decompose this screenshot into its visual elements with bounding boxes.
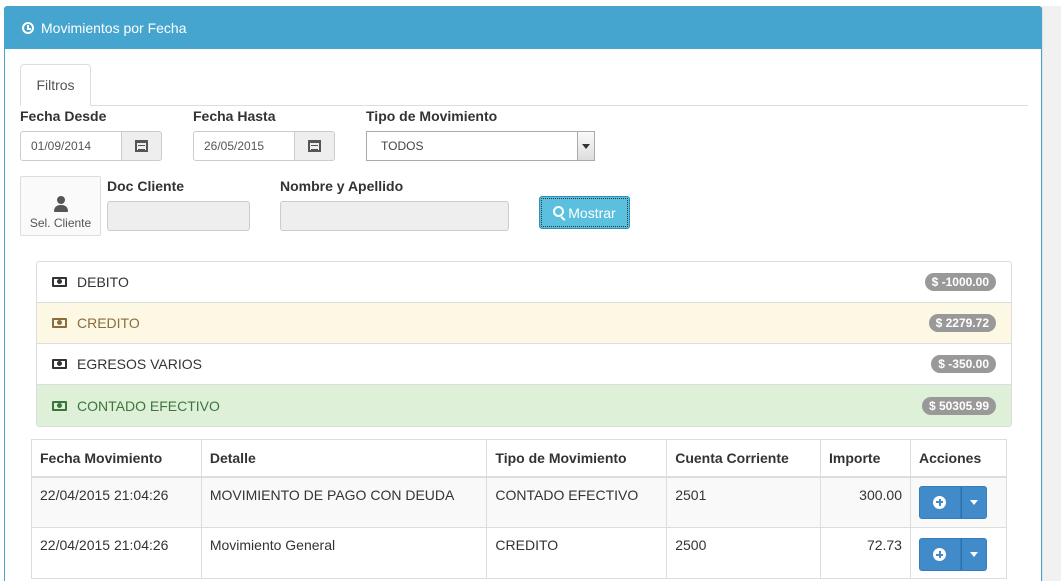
movimientos-table: Fecha Movimiento Detalle Tipo de Movimie… <box>31 439 1008 579</box>
table-header-row: Fecha Movimiento Detalle Tipo de Movimie… <box>31 439 1008 478</box>
cell-tipo: CREDITO <box>486 527 668 579</box>
nombre-apellido-label: Nombre y Apellido <box>280 178 404 194</box>
doc-cliente-label: Doc Cliente <box>107 178 185 194</box>
cell-fecha: 22/04/2015 21:04:26 <box>31 527 202 579</box>
panel-heading: Movimientos por Fecha <box>5 7 1041 49</box>
cell-tipo: CONTADO EFECTIVO <box>486 476 668 528</box>
column-header[interactable]: Fecha Movimiento <box>31 439 202 478</box>
plus-circle-icon <box>933 495 947 509</box>
add-button[interactable] <box>918 485 961 519</box>
summary-list: DEBITO $ -1000.00 CREDITO $ 2279.72 EGRE… <box>36 261 1012 427</box>
tipo-movimiento-select[interactable]: TODOS <box>366 131 595 161</box>
doc-cliente-field[interactable] <box>107 201 250 231</box>
amount-badge: $ 50305.99 <box>921 396 996 415</box>
summary-label: EGRESOS VARIOS <box>77 356 202 372</box>
user-icon <box>53 196 69 212</box>
row-actions <box>918 538 987 571</box>
caret-down-icon <box>969 499 978 505</box>
summary-item-contado: CONTADO EFECTIVO $ 50305.99 <box>37 385 1011 426</box>
cell-importe: 300.00 <box>820 476 911 528</box>
cell-cuenta: 2501 <box>666 476 822 528</box>
summary-label: DEBITO <box>77 274 129 290</box>
summary-item-debito: DEBITO $ -1000.00 <box>37 262 1011 303</box>
column-header: Acciones <box>909 439 1008 478</box>
fecha-desde-label: Fecha Desde <box>20 108 107 124</box>
column-header[interactable]: Cuenta Corriente <box>666 439 822 478</box>
cell-fecha: 22/04/2015 21:04:26 <box>31 476 202 528</box>
actions-dropdown-toggle[interactable] <box>960 485 987 519</box>
mostrar-button[interactable]: Mostrar <box>539 196 630 229</box>
cell-importe: 72.73 <box>820 527 911 579</box>
amount-badge: $ -1000.00 <box>924 273 996 291</box>
table-row: 22/04/2015 21:04:26 MOVIMIENTO DE PAGO C… <box>31 476 1008 528</box>
summary-label: CREDITO <box>77 315 140 331</box>
search-icon <box>553 206 565 217</box>
sel-cliente-button[interactable]: Sel. Cliente <box>20 176 101 236</box>
cell-cuenta: 2500 <box>666 527 822 579</box>
actions-dropdown-toggle[interactable] <box>960 538 987 571</box>
cell-detalle: Movimiento General <box>200 527 488 579</box>
nombre-apellido-field[interactable] <box>280 201 509 231</box>
sel-cliente-label: Sel. Cliente <box>29 216 92 230</box>
cell-acciones <box>909 476 1008 528</box>
calendar-icon <box>308 140 321 152</box>
mostrar-label: Mostrar <box>568 204 616 221</box>
amount-badge: $ 2279.72 <box>928 314 996 332</box>
amount-badge: $ -350.00 <box>931 355 996 373</box>
money-icon <box>52 318 67 328</box>
caret-down-icon <box>969 552 978 557</box>
summary-label: CONTADO EFECTIVO <box>77 397 220 414</box>
cell-acciones <box>909 527 1008 579</box>
summary-item-credito: CREDITO $ 2279.72 <box>37 303 1011 344</box>
chevron-down-icon <box>577 132 594 160</box>
add-button[interactable] <box>918 538 961 571</box>
fecha-hasta-label: Fecha Hasta <box>193 108 276 124</box>
tabs-bar: Filtros <box>20 64 1028 106</box>
panel-title: Movimientos por Fecha <box>41 20 187 36</box>
plus-circle-icon <box>933 548 947 561</box>
money-icon <box>52 400 67 411</box>
column-header[interactable]: Tipo de Movimiento <box>486 439 668 478</box>
table-row: 22/04/2015 21:04:26 Movimiento General C… <box>31 527 1008 579</box>
fecha-desde-group: 01/09/2014 <box>20 131 162 161</box>
column-header[interactable]: Importe <box>820 439 911 478</box>
cell-detalle: MOVIMIENTO DE PAGO CON DEUDA <box>200 476 488 528</box>
fecha-desde-input[interactable]: 01/09/2014 <box>20 131 122 161</box>
clock-icon <box>22 22 34 34</box>
fecha-hasta-calendar-button[interactable] <box>295 131 335 161</box>
fecha-hasta-input[interactable]: 26/05/2015 <box>193 131 295 161</box>
tab-filtros[interactable]: Filtros <box>20 64 91 106</box>
summary-item-egresos: EGRESOS VARIOS $ -350.00 <box>37 344 1011 385</box>
money-icon <box>52 359 67 369</box>
calendar-icon <box>135 140 148 152</box>
tipo-movimiento-label: Tipo de Movimiento <box>366 108 498 124</box>
fecha-hasta-group: 26/05/2015 <box>193 131 335 161</box>
money-icon <box>52 277 67 287</box>
row-actions <box>918 485 987 519</box>
column-header[interactable]: Detalle <box>200 439 488 478</box>
fecha-desde-calendar-button[interactable] <box>122 131 162 161</box>
page-scrollbar[interactable] <box>1042 6 1061 581</box>
tipo-movimiento-value: TODOS <box>381 139 424 153</box>
